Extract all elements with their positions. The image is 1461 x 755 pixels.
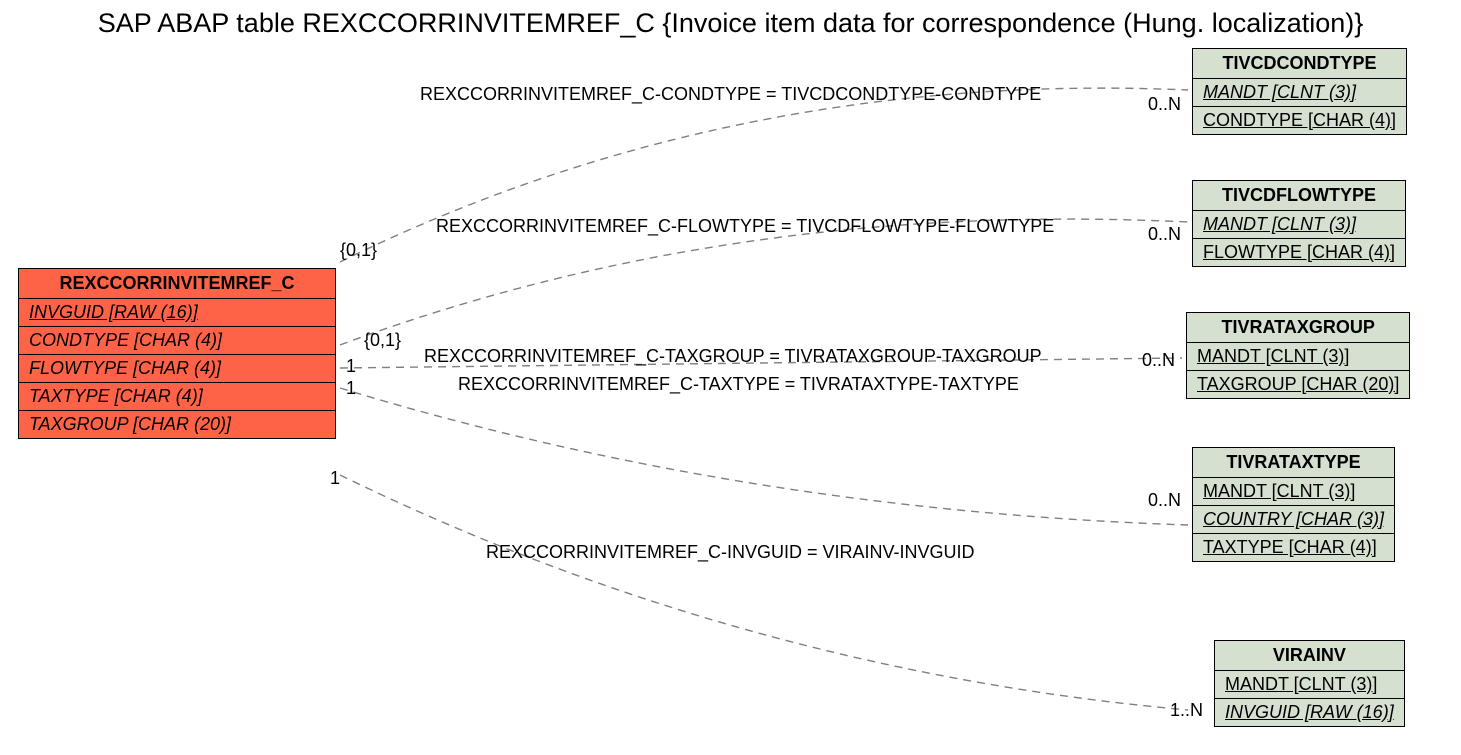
- field-condtype: CONDTYPE [CHAR (4)]: [1193, 107, 1406, 134]
- field-country: COUNTRY [CHAR (3)]: [1193, 506, 1394, 534]
- card-left-1b: 1: [346, 378, 356, 399]
- field-taxtype: TAXTYPE [CHAR (4)]: [19, 383, 335, 411]
- field-invguid: INVGUID [RAW (16)]: [1215, 699, 1404, 726]
- card-left-1c: 1: [330, 468, 340, 489]
- card-right-0d: 0..N: [1148, 490, 1181, 511]
- relation-condtype: REXCCORRINVITEMREF_C-CONDTYPE = TIVCDCON…: [420, 84, 1041, 105]
- entity-tivcdflowtype: TIVCDFLOWTYPE MANDT [CLNT (3)] FLOWTYPE …: [1192, 180, 1406, 267]
- field-mandt: MANDT [CLNT (3)]: [1215, 671, 1404, 699]
- relation-taxgroup: REXCCORRINVITEMREF_C-TAXGROUP = TIVRATAX…: [424, 346, 1042, 367]
- field-taxgroup: TAXGROUP [CHAR (20)]: [1187, 371, 1409, 398]
- field-condtype: CONDTYPE [CHAR (4)]: [19, 327, 335, 355]
- field-invguid: INVGUID [RAW (16)]: [19, 299, 335, 327]
- entity-rexccorrinvitemref-c: REXCCORRINVITEMREF_C INVGUID [RAW (16)] …: [18, 268, 336, 439]
- field-taxtype: TAXTYPE [CHAR (4)]: [1193, 534, 1394, 561]
- entity-header: REXCCORRINVITEMREF_C: [19, 269, 335, 299]
- entity-tivrataxgroup: TIVRATAXGROUP MANDT [CLNT (3)] TAXGROUP …: [1186, 312, 1410, 399]
- entity-header: VIRAINV: [1215, 641, 1404, 671]
- field-mandt: MANDT [CLNT (3)]: [1193, 478, 1394, 506]
- relation-taxtype: REXCCORRINVITEMREF_C-TAXTYPE = TIVRATAXT…: [458, 374, 1019, 395]
- field-mandt: MANDT [CLNT (3)]: [1193, 211, 1405, 239]
- field-flowtype: FLOWTYPE [CHAR (4)]: [19, 355, 335, 383]
- entity-header: TIVRATAXTYPE: [1193, 448, 1394, 478]
- field-mandt: MANDT [CLNT (3)]: [1187, 343, 1409, 371]
- card-right-0b: 0..N: [1148, 224, 1181, 245]
- card-right-0a: 0..N: [1148, 94, 1181, 115]
- entity-virainv: VIRAINV MANDT [CLNT (3)] INVGUID [RAW (1…: [1214, 640, 1405, 727]
- relation-invguid: REXCCORRINVITEMREF_C-INVGUID = VIRAINV-I…: [486, 542, 975, 563]
- card-left-1a: 1: [346, 356, 356, 377]
- field-taxgroup: TAXGROUP [CHAR (20)]: [19, 411, 335, 438]
- entity-header: TIVRATAXGROUP: [1187, 313, 1409, 343]
- card-left-01b: {0,1}: [364, 330, 401, 351]
- entity-header: TIVCDCONDTYPE: [1193, 49, 1406, 79]
- entity-header: TIVCDFLOWTYPE: [1193, 181, 1405, 211]
- entity-tivcdcondtype: TIVCDCONDTYPE MANDT [CLNT (3)] CONDTYPE …: [1192, 48, 1407, 135]
- field-flowtype: FLOWTYPE [CHAR (4)]: [1193, 239, 1405, 266]
- field-mandt: MANDT [CLNT (3)]: [1193, 79, 1406, 107]
- card-right-0c: 0..N: [1142, 350, 1175, 371]
- relation-flowtype: REXCCORRINVITEMREF_C-FLOWTYPE = TIVCDFLO…: [436, 216, 1054, 237]
- card-left-01a: {0,1}: [340, 240, 377, 261]
- card-right-1n: 1..N: [1170, 700, 1203, 721]
- entity-tivrataxtype: TIVRATAXTYPE MANDT [CLNT (3)] COUNTRY [C…: [1192, 447, 1395, 562]
